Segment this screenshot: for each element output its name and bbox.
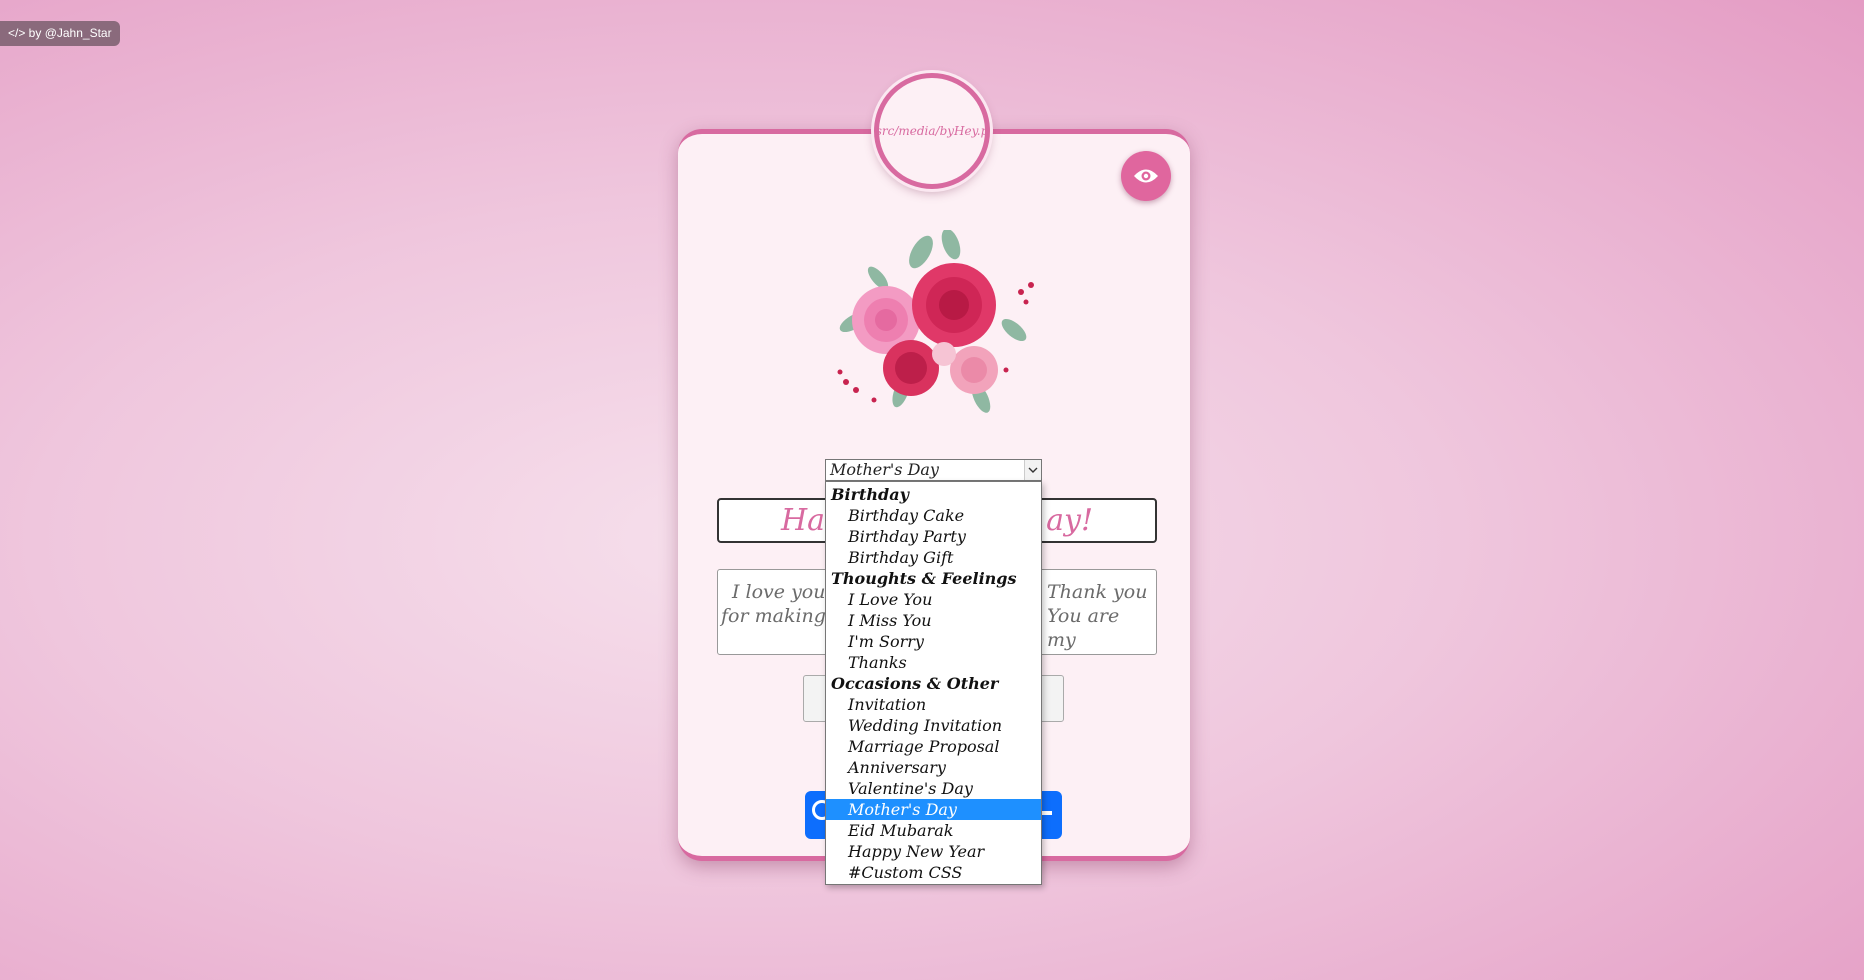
option-birthday-gift[interactable]: Birthday Gift: [826, 547, 1041, 568]
option-thanks[interactable]: Thanks: [826, 652, 1041, 673]
option-valentines-day[interactable]: Valentine's Day: [826, 778, 1041, 799]
optgroup-thoughts-feelings: Thoughts & Feelings: [831, 569, 1017, 588]
option-custom-css[interactable]: #Custom CSS: [826, 862, 1041, 883]
option-mothers-day[interactable]: Mother's Day: [826, 799, 1041, 820]
option-marriage-proposal[interactable]: Marriage Proposal: [826, 736, 1041, 757]
option-i-miss-you[interactable]: I Miss You: [826, 610, 1041, 631]
eye-icon: [1134, 169, 1158, 183]
option-i-love-you[interactable]: I Love You: [826, 589, 1041, 610]
option-eid-mubarak[interactable]: Eid Mubarak: [826, 820, 1041, 841]
avatar: src/media/byHey.p: [874, 73, 990, 189]
option-birthday-party[interactable]: Birthday Party: [826, 526, 1041, 547]
option-im-sorry[interactable]: I'm Sorry: [826, 631, 1041, 652]
option-happy-new-year[interactable]: Happy New Year: [826, 841, 1041, 862]
title-visible-left: Ha: [781, 503, 826, 538]
occasion-select[interactable]: Mother's Day: [825, 459, 1042, 481]
option-wedding-invitation[interactable]: Wedding Invitation: [826, 715, 1041, 736]
avatar-alt-text: src/media/byHey.p: [875, 124, 989, 138]
message-line-2-right: You are my: [1047, 605, 1120, 651]
button-trailing-icon: [1042, 811, 1052, 815]
credit-badge[interactable]: </> by @Jahn_Star: [0, 21, 120, 46]
option-invitation[interactable]: Invitation: [826, 694, 1041, 715]
message-right-fragment: Thank you You are my: [1047, 580, 1152, 652]
rose-bouquet-image: [837, 230, 1034, 413]
preview-button[interactable]: [1121, 151, 1171, 201]
optgroup-birthday: Birthday: [831, 485, 909, 504]
option-birthday-cake[interactable]: Birthday Cake: [826, 505, 1041, 526]
occasion-dropdown-list: Birthday Birthday Cake Birthday Party Bi…: [825, 481, 1042, 885]
message-line-1-right: Thank you: [1047, 581, 1148, 603]
occasion-select-value: Mother's Day: [830, 460, 939, 479]
optgroup-occasions-other: Occasions & Other: [831, 674, 999, 693]
option-anniversary[interactable]: Anniversary: [826, 757, 1041, 778]
chevron-down-icon: [1024, 460, 1041, 480]
title-visible-right: ay!: [1046, 503, 1093, 538]
